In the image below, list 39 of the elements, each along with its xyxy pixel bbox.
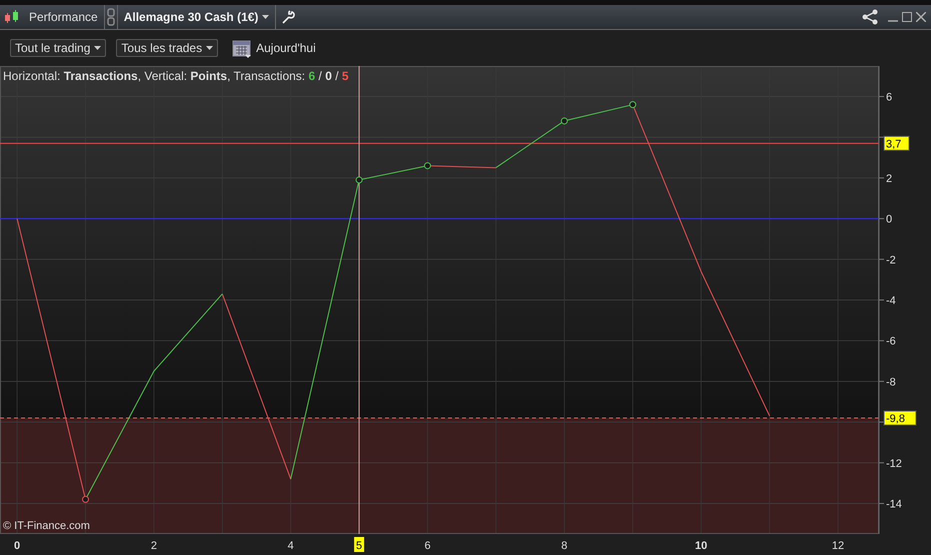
filter-dropdown[interactable]: Tous les trades xyxy=(116,39,218,57)
maximize-icon[interactable] xyxy=(902,12,912,22)
y-axis-label: 0 xyxy=(886,214,892,226)
y-axis-label: 6 xyxy=(886,92,892,104)
candlestick-icon xyxy=(4,10,20,24)
y-axis-label: -12 xyxy=(886,458,902,470)
level-badge: 3,7 xyxy=(884,136,910,151)
ref-line-label: -9,8 xyxy=(886,413,905,426)
calendar-icon[interactable] xyxy=(232,38,252,58)
y-axis-label: -8 xyxy=(886,376,896,388)
caret-icon xyxy=(206,46,214,50)
date-label[interactable]: Aujourd'hui xyxy=(256,39,316,57)
instrument-dropdown[interactable]: Allemagne 30 Cash (1€) xyxy=(116,5,276,29)
y-axis-label: -6 xyxy=(886,336,896,348)
x-axis-label: 6 xyxy=(424,540,431,552)
level-badge: -9,8 xyxy=(884,410,916,426)
ref-line-label: 5 xyxy=(356,540,362,552)
x-axis-label: 4 xyxy=(288,540,294,552)
y-axis-label: -4 xyxy=(886,295,896,307)
x-axis-label: 0 xyxy=(14,540,20,552)
x-axis-label: 12 xyxy=(832,540,844,552)
y-axis-label: -2 xyxy=(886,254,896,266)
y-axis-label: 2 xyxy=(886,172,892,185)
y-axis-label: -14 xyxy=(886,498,902,510)
ref-line-label: 3,7 xyxy=(886,138,902,150)
share-icon[interactable] xyxy=(862,9,880,25)
close-icon[interactable] xyxy=(916,12,926,22)
wrench-icon[interactable] xyxy=(282,10,296,24)
cursor-badge: 5 xyxy=(354,537,364,552)
window-title: Performance xyxy=(29,9,98,26)
filter-dropdown[interactable]: Tout le trading xyxy=(10,39,106,57)
chart-info-text: Horizontal: Transactions, Vertical: Points, Transactions: 6 / 0 / 5 xyxy=(3,68,349,85)
x-axis-label: 10 xyxy=(695,540,708,552)
caret-icon xyxy=(94,46,102,50)
x-axis-label: 8 xyxy=(561,540,568,552)
copyright-text: © IT-Finance.com xyxy=(3,520,90,532)
x-axis-label: 2 xyxy=(150,540,157,552)
caret-icon xyxy=(262,15,270,19)
link-icon xyxy=(106,8,115,26)
